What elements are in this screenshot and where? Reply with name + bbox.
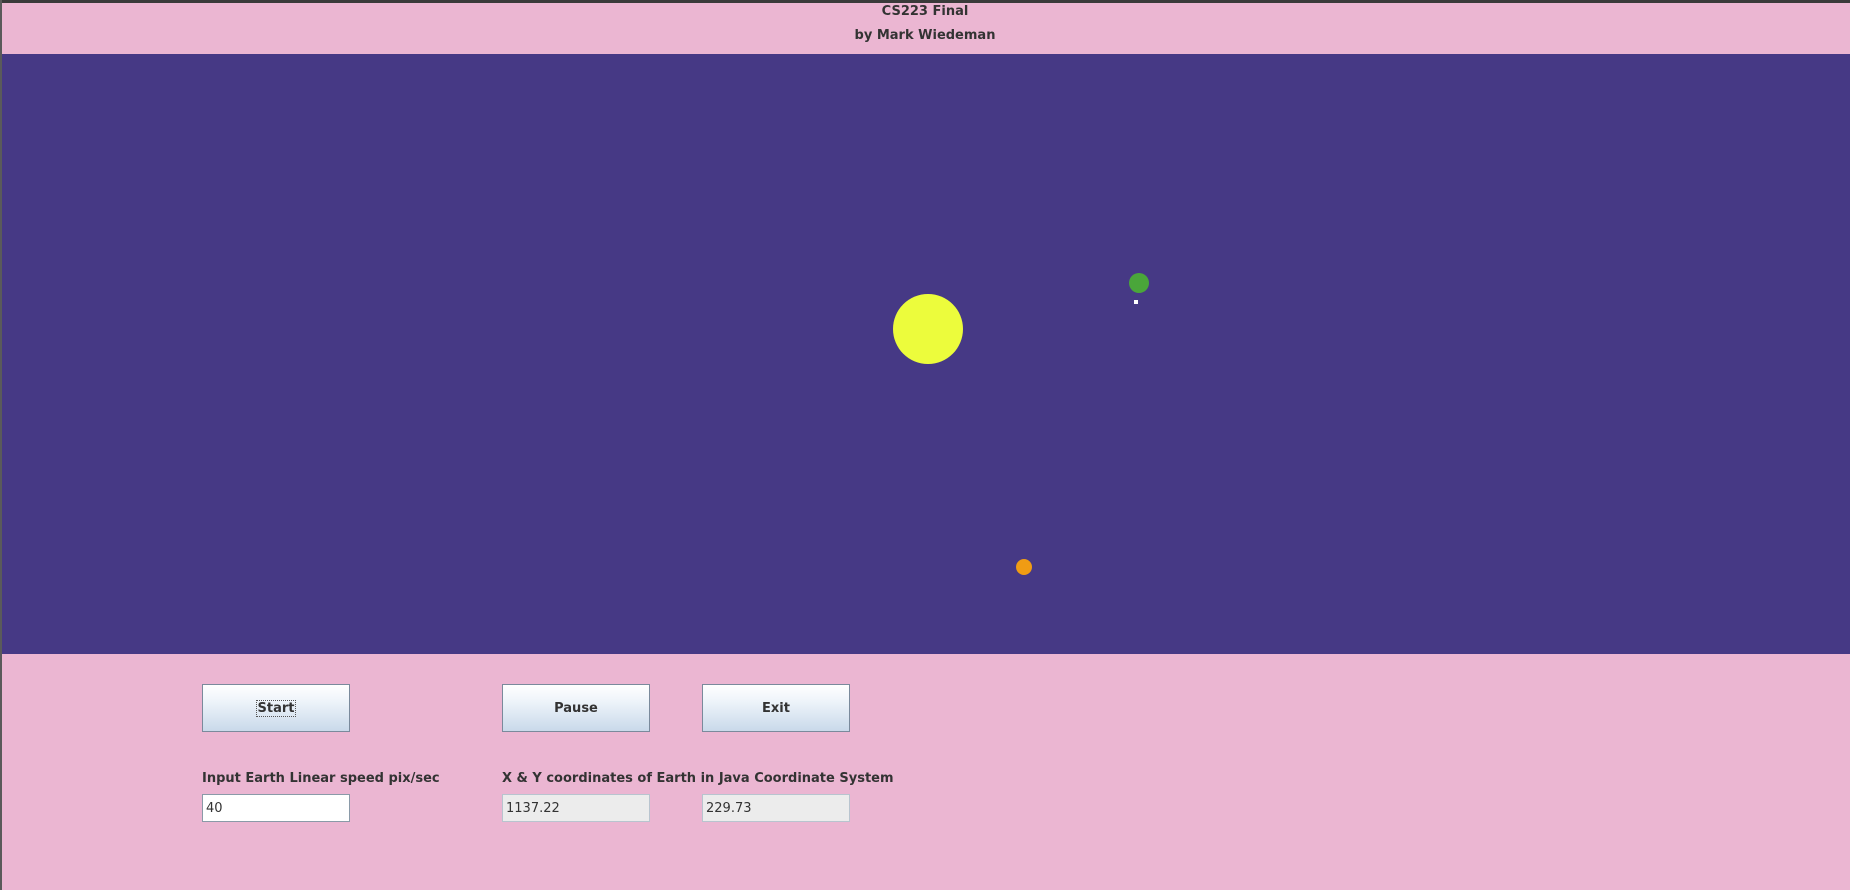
coordinates-label: X & Y coordinates of Earth in Java Coord… — [502, 771, 894, 786]
app-title: CS223 Final — [881, 4, 969, 19]
y-coordinate-field — [702, 794, 850, 822]
app-window: CS223 Final by Mark Wiedeman Start Pause… — [0, 0, 1850, 890]
mercury — [1016, 559, 1032, 575]
x-coordinate-field — [502, 794, 650, 822]
sun — [893, 294, 963, 364]
start-button[interactable]: Start — [202, 684, 350, 732]
moon — [1134, 300, 1138, 304]
start-button-label: Start — [255, 699, 297, 717]
exit-button[interactable]: Exit — [702, 684, 850, 732]
pause-button-label: Pause — [554, 700, 598, 716]
author-label: by Mark Wiedeman — [854, 28, 996, 43]
exit-button-label: Exit — [762, 700, 790, 716]
speed-label: Input Earth Linear speed pix/sec — [202, 771, 440, 786]
window-top-border — [0, 0, 1850, 3]
speed-input[interactable] — [202, 794, 350, 822]
earth — [1129, 273, 1149, 293]
animation-canvas — [2, 54, 1850, 654]
pause-button[interactable]: Pause — [502, 684, 650, 732]
